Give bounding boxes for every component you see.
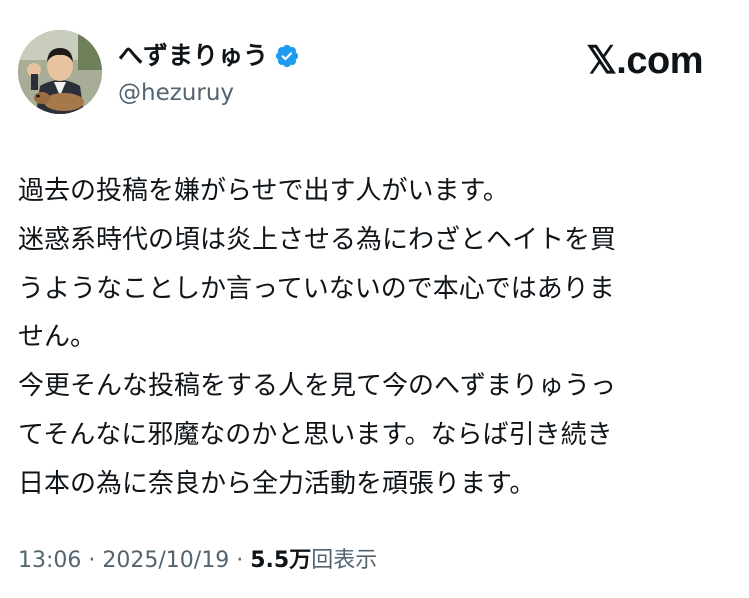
tweet-date[interactable]: 2025/10/19 (102, 548, 229, 573)
tweet-line: せん。 (18, 322, 97, 353)
views-count[interactable]: 5.5万 (250, 548, 311, 573)
tweet-line: 今更そんな投稿をする人を見て今のへずまりゅうっ (18, 371, 617, 402)
user-handle[interactable]: @hezuruy (118, 78, 234, 108)
avatar[interactable] (18, 30, 102, 114)
tweet-line: 迷惑系時代の頃は炎上させる為にわざとヘイトを買 (18, 224, 617, 255)
views-label: 回表示 (311, 548, 378, 573)
tweet-line: 過去の投稿を嫌がらせで出す人がいます。 (18, 176, 509, 206)
verified-badge-icon (274, 43, 300, 69)
display-name-row[interactable]: へずまりゅう (118, 40, 300, 72)
meta-separator: · (88, 548, 96, 573)
tweet-line: うようなことしか言っていないので本心ではありま (18, 273, 615, 304)
meta-separator: · (236, 548, 244, 573)
avatar-image (18, 30, 102, 114)
tweet-text: 過去の投稿を嫌がらせで出す人がいます。 迷惑系時代の頃は炎上させる為にわざとヘイ… (18, 167, 718, 509)
display-name[interactable]: へずまりゅう (118, 40, 268, 72)
tweet-line: 日本の為に奈良から全力活動を頑張ります。 (18, 468, 536, 499)
x-logo: 𝕏.com (586, 40, 703, 82)
tweet-line: てそんなに邪魔なのかと思います。ならば引き続き (18, 419, 613, 450)
tweet-meta: 13:06 · 2025/10/19 · 5.5万回表示 (18, 546, 377, 576)
tweet-time[interactable]: 13:06 (18, 548, 81, 573)
